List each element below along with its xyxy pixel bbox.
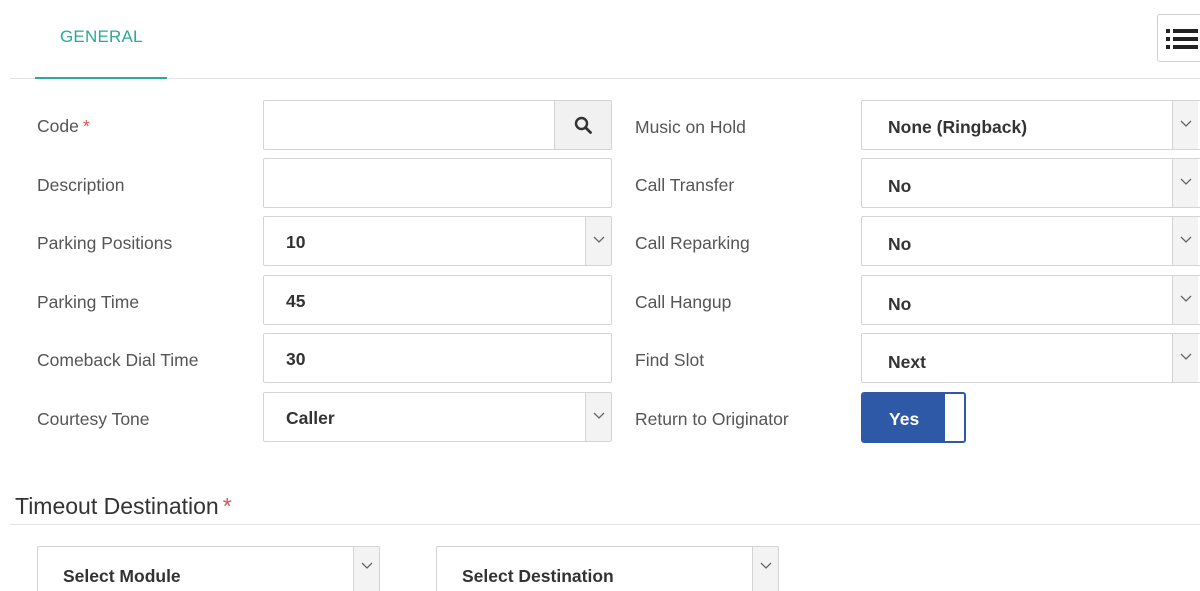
select-destination-dropdown[interactable]: Select Destination: [436, 546, 779, 591]
tab-bar: GENERAL: [10, 0, 1200, 79]
courtesy-tone-label: Courtesy Tone: [37, 409, 150, 429]
courtesy-tone-select[interactable]: Caller: [263, 392, 612, 442]
find-slot-select[interactable]: Next: [861, 333, 1200, 383]
call-transfer-value: No: [888, 176, 912, 196]
code-search-button[interactable]: [554, 101, 611, 149]
chevron-down-icon: [1172, 334, 1198, 382]
courtesy-tone-value: Caller: [286, 408, 335, 428]
chevron-down-icon: [752, 547, 778, 591]
required-mark: *: [82, 116, 90, 136]
tab-general[interactable]: GENERAL: [35, 0, 167, 79]
tab-general-label: GENERAL: [60, 27, 143, 46]
chevron-down-icon: [1172, 101, 1198, 149]
call-hangup-value: No: [888, 294, 912, 314]
chevron-down-icon: [585, 217, 611, 265]
call-reparking-value: No: [888, 234, 912, 254]
chevron-down-icon: [1172, 217, 1198, 265]
parking-positions-select[interactable]: 10: [263, 216, 612, 266]
code-input[interactable]: [263, 100, 612, 150]
parking-positions-value: 10: [286, 232, 306, 252]
list-icon: [1166, 29, 1198, 49]
comeback-dial-time-input[interactable]: 30: [263, 333, 612, 383]
comeback-dial-time-label: Comeback Dial Time: [37, 350, 199, 370]
parking-time-input[interactable]: 45: [263, 275, 612, 325]
find-slot-value: Next: [888, 352, 926, 372]
select-destination-label: Select Destination: [462, 566, 614, 586]
music-on-hold-value: None (Ringback): [888, 117, 1028, 137]
call-transfer-select[interactable]: No: [861, 158, 1200, 208]
comeback-dial-time-value: 30: [286, 349, 306, 369]
select-module-dropdown[interactable]: Select Module: [37, 546, 380, 591]
parking-time-label: Parking Time: [37, 292, 140, 312]
select-module-label: Select Module: [63, 566, 181, 586]
return-to-originator-label: Return to Originator: [635, 409, 789, 429]
code-label: Code *: [37, 116, 90, 136]
chevron-down-icon: [353, 547, 379, 591]
toggle-on-label: Yes: [889, 409, 920, 429]
chevron-down-icon: [1172, 159, 1198, 207]
parking-positions-label: Parking Positions: [37, 233, 173, 253]
description-label: Description: [37, 175, 125, 195]
search-icon: [574, 116, 592, 134]
chevron-down-icon: [585, 393, 611, 441]
return-to-originator-toggle[interactable]: Yes: [861, 392, 966, 443]
parking-time-value: 45: [286, 291, 306, 311]
music-on-hold-select[interactable]: None (Ringback): [861, 100, 1200, 150]
call-hangup-label: Call Hangup: [635, 292, 732, 312]
list-menu-button[interactable]: [1157, 14, 1200, 62]
call-transfer-label: Call Transfer: [635, 175, 735, 195]
description-input[interactable]: [263, 158, 612, 208]
call-reparking-label: Call Reparking: [635, 233, 750, 253]
call-reparking-select[interactable]: No: [861, 216, 1200, 266]
toggle-on-state: Yes: [863, 394, 945, 441]
required-mark: *: [222, 493, 232, 519]
find-slot-label: Find Slot: [635, 350, 705, 370]
music-on-hold-label: Music on Hold: [635, 117, 746, 137]
call-hangup-select[interactable]: No: [861, 275, 1200, 325]
chevron-down-icon: [1172, 276, 1198, 324]
section-divider: [10, 524, 1200, 525]
timeout-destination-title: Timeout Destination *: [15, 493, 232, 519]
